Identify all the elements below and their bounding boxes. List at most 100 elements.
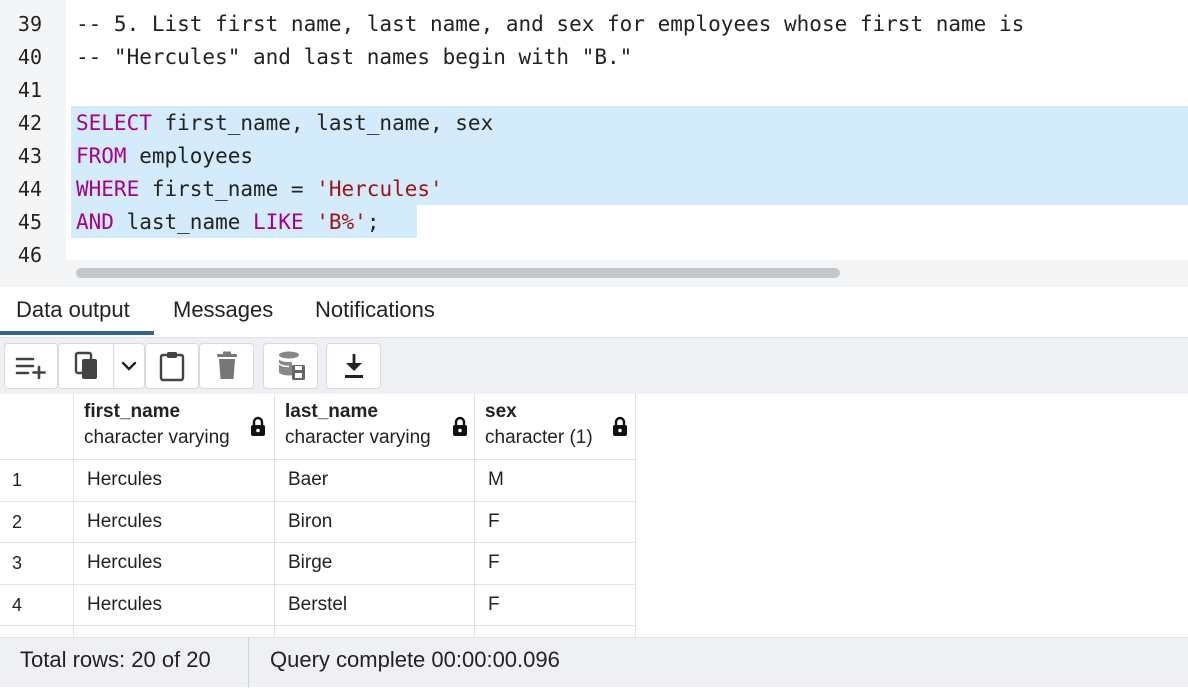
cell-value: Hercules (87, 469, 162, 490)
table-cell[interactable] (275, 626, 475, 637)
table-cell[interactable]: F (475, 543, 636, 585)
line-number: 40 (17, 45, 42, 69)
sql-text: first_name = (139, 177, 317, 201)
delete-icon (215, 351, 239, 381)
column-name: last_name (285, 401, 378, 422)
table-cell[interactable]: Hercules (74, 585, 275, 626)
line-number: 45 (17, 210, 42, 234)
cell-value: Hercules (87, 511, 162, 532)
row-number: 2 (12, 512, 23, 532)
column-name: first_name (84, 401, 181, 422)
query-status-text: Query complete 00:00:00.096 (270, 647, 560, 672)
result-tabs: Data output Messages Notifications (0, 287, 1188, 338)
cell-value: F (488, 511, 500, 532)
sql-string: 'B%' (316, 210, 367, 234)
sql-string: 'Hercules' (316, 177, 443, 201)
code-line-42: 42 SELECT first_name, last_name, sex (0, 107, 1188, 140)
column-header-first-name[interactable]: first_name character varying (74, 394, 275, 460)
sql-comment: -- 5. List first name, last name, and se… (76, 12, 1025, 36)
line-number: 44 (17, 177, 42, 201)
copy-icon (73, 351, 101, 381)
cell-value: Biron (288, 511, 333, 532)
table-cell[interactable]: Berstel (275, 585, 475, 626)
row-number-cell[interactable]: 3 (0, 543, 74, 585)
sql-comment: -- "Hercules" and last names begin with … (76, 45, 633, 69)
sql-code: SELECT first_name, last_name, sex (76, 107, 493, 140)
table-cell[interactable]: Baer (275, 460, 475, 502)
sql-code: WHERE first_name = 'Hercules' (76, 173, 443, 206)
column-header-sex[interactable]: sex character (1) (475, 394, 636, 460)
code-line-40: 40 -- "Hercules" and last names begin wi… (0, 41, 1188, 74)
add-row-icon (14, 353, 48, 379)
copy-options-dropdown[interactable] (113, 343, 145, 389)
sql-text: first_name, last_name, sex (151, 111, 494, 135)
paste-icon (158, 350, 186, 382)
code-line-41: 41 (0, 74, 1188, 107)
paste-button[interactable] (145, 343, 199, 389)
result-grid: first_name character varying last_name c… (0, 394, 1188, 637)
sql-text: last_name (113, 210, 254, 234)
horizontal-scrollbar-thumb[interactable] (76, 268, 840, 278)
row-number: 4 (12, 595, 23, 615)
grid-corner-cell[interactable] (0, 394, 74, 460)
cell-value: Hercules (87, 552, 162, 573)
row-number: 1 (12, 470, 23, 490)
column-header-last-name[interactable]: last_name character varying (275, 394, 475, 460)
line-number: 46 (17, 243, 42, 267)
sql-keyword: AND (76, 210, 114, 234)
table-cell[interactable]: Biron (275, 502, 475, 543)
code-line-39: 39 -- 5. List first name, last name, and… (0, 8, 1188, 41)
table-cell[interactable] (475, 626, 636, 637)
chevron-down-icon (121, 360, 137, 372)
lock-icon (612, 416, 628, 442)
status-bar: Total rows: 20 of 20 Query complete 00:0… (0, 637, 1188, 688)
code-line-43: 43 FROM employees (0, 140, 1188, 173)
cell-value: F (488, 552, 500, 573)
tab-notifications[interactable]: Notifications (315, 287, 435, 335)
sql-keyword: WHERE (76, 177, 140, 201)
row-number-cell[interactable] (0, 626, 74, 637)
tab-messages[interactable]: Messages (173, 287, 273, 335)
lock-icon (452, 416, 468, 442)
copy-button[interactable] (58, 343, 114, 389)
status-divider (248, 638, 249, 688)
table-cell[interactable]: Birge (275, 543, 475, 585)
row-number: 3 (12, 553, 23, 573)
lock-icon (250, 416, 266, 442)
sql-text: employees (126, 144, 254, 168)
table-cell[interactable]: Hercules (74, 460, 275, 502)
data-output-toolbar (0, 338, 1188, 395)
add-row-button[interactable] (4, 343, 58, 389)
sql-text: ; (366, 210, 380, 234)
column-type: character varying (84, 427, 230, 448)
delete-button[interactable] (199, 343, 254, 389)
sql-editor[interactable]: 39 -- 5. List first name, last name, and… (0, 0, 1188, 287)
save-data-icon (276, 350, 306, 382)
cell-value: Berstel (288, 594, 348, 615)
table-cell[interactable]: M (475, 460, 636, 502)
cell-value: Birge (288, 552, 333, 573)
sql-keyword: LIKE (253, 210, 304, 234)
column-type: character varying (285, 427, 431, 448)
download-button[interactable] (326, 343, 381, 389)
cell-value: Baer (288, 469, 329, 490)
table-cell[interactable]: F (475, 585, 636, 626)
code-line-44: 44 WHERE first_name = 'Hercules' (0, 173, 1188, 206)
cell-value: M (488, 469, 504, 490)
row-number-cell[interactable]: 2 (0, 502, 74, 543)
row-number-cell[interactable]: 1 (0, 460, 74, 502)
sql-keyword: SELECT (76, 111, 152, 135)
sql-code: FROM employees (76, 140, 253, 173)
table-cell[interactable] (74, 626, 275, 637)
save-data-button[interactable] (263, 343, 318, 389)
total-rows-text: Total rows: 20 of 20 (20, 647, 211, 672)
table-cell[interactable]: Hercules (74, 543, 275, 585)
table-cell[interactable]: F (475, 502, 636, 543)
cell-value: F (488, 594, 500, 615)
line-number: 39 (17, 12, 42, 36)
cell-value: Hercules (87, 594, 162, 615)
tab-data-output[interactable]: Data output (0, 287, 154, 335)
sql-code: AND last_name LIKE 'B%'; (76, 206, 379, 239)
table-cell[interactable]: Hercules (74, 502, 275, 543)
row-number-cell[interactable]: 4 (0, 585, 74, 626)
